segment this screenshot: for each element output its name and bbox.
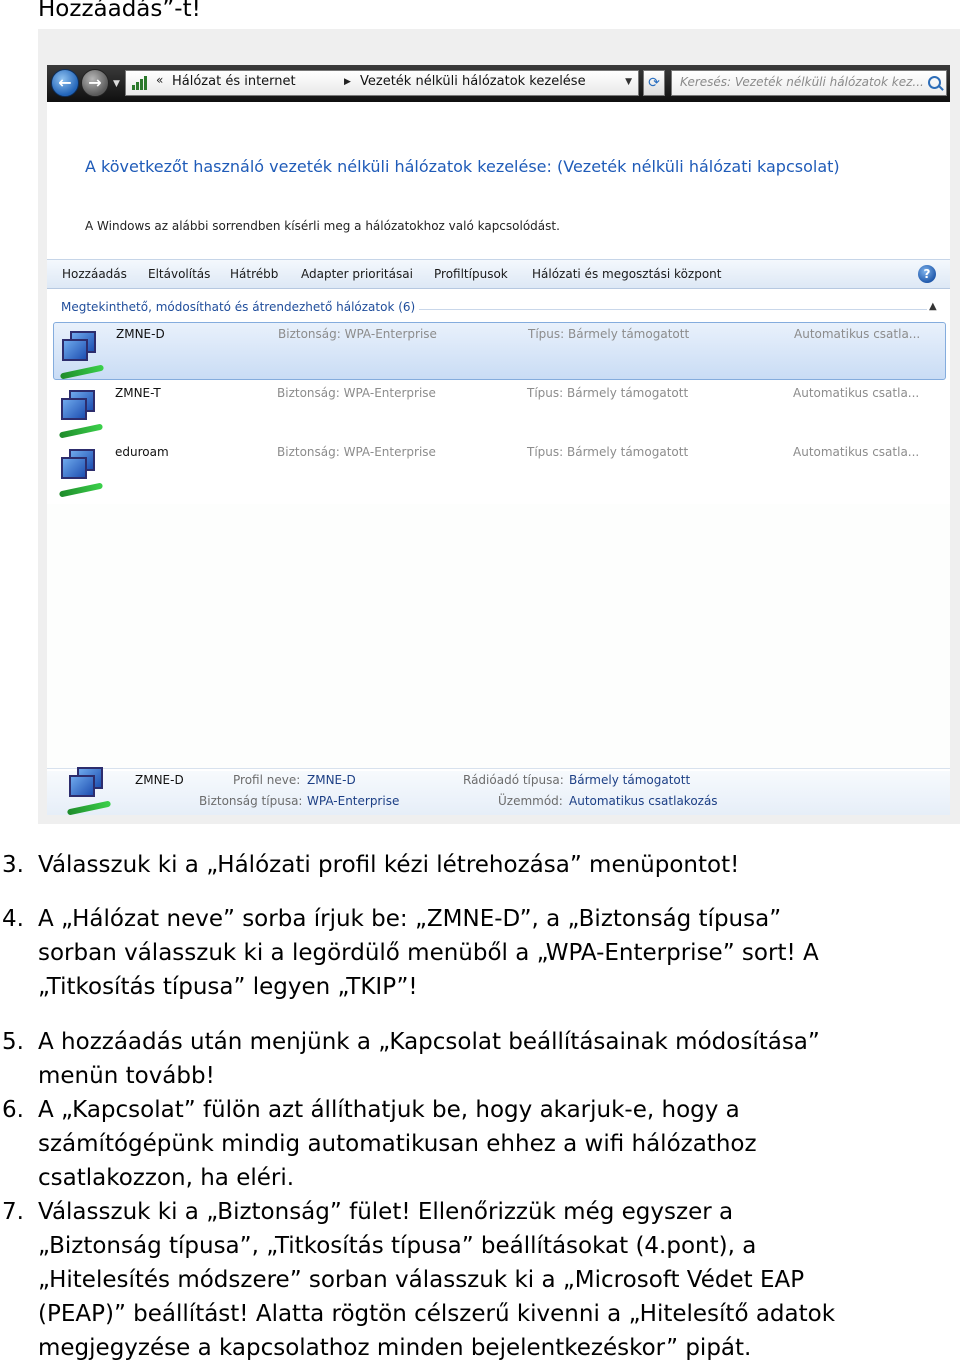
forward-button[interactable]: →	[81, 69, 109, 97]
network-name: eduroam	[115, 445, 169, 459]
network-mode: Automatikus csatla...	[793, 445, 920, 459]
step-text: Válasszuk ki a „Hálózati profil kézi lét…	[38, 852, 740, 878]
details-mode-value: Automatikus csatlakozás	[569, 794, 718, 808]
details-network-name: ZMNE-D	[135, 773, 184, 787]
network-security: Biztonság: WPA-Enterprise	[277, 445, 436, 459]
wireless-network-icon	[66, 767, 119, 815]
forward-arrow-icon: →	[88, 73, 102, 92]
details-radio-label: Rádióadó típusa:	[463, 773, 564, 787]
details-pane: ZMNE-D Profil neve: ZMNE-D Biztonság típ…	[47, 767, 950, 815]
wireless-network-icon	[58, 390, 111, 442]
breadcrumb-separator-icon: ▶	[344, 77, 351, 87]
page-title: A következőt használó vezeték nélküli há…	[85, 157, 840, 176]
list-empty-space	[47, 504, 950, 769]
back-arrow-icon: ←	[58, 73, 72, 92]
address-bar: ← → ▼ « Hálózat és internet ▶ Vezeték né…	[47, 65, 950, 102]
adapter-properties-button[interactable]: Adapter prioritásai	[301, 267, 413, 281]
page-subtitle: A Windows az alábbi sorrendben kísérli m…	[85, 219, 560, 233]
step-text: Válasszuk ki a „Biztonság” fület! Ellenő…	[38, 1199, 836, 1361]
network-name: ZMNE-D	[116, 327, 165, 341]
step-text: A „Hálózat neve” sorba írjuk be: „ZMNE-D…	[38, 906, 819, 1000]
breadcrumb-item-manage-wireless[interactable]: Vezeték nélküli hálózatok kezelése	[360, 74, 586, 89]
details-security-value: WPA-Enterprise	[307, 794, 400, 808]
network-row-zmne-t[interactable]: ZMNE-T Biztonság: WPA-Enterprise Típus: …	[53, 382, 946, 440]
chevron-up-icon[interactable]: ▲	[929, 301, 937, 312]
breadcrumb-overflow-icon[interactable]: «	[156, 73, 163, 87]
search-input[interactable]: Keresés: Vezeték nélküli hálózatok kez..…	[671, 70, 947, 96]
details-mode-label: Üzemmód:	[498, 794, 563, 808]
network-list: ZMNE-D Biztonság: WPA-Enterprise Típus: …	[47, 318, 950, 504]
chevron-down-icon[interactable]: ▼	[625, 77, 632, 87]
profile-types-button[interactable]: Profiltípusok	[434, 267, 508, 281]
help-icon[interactable]: ?	[918, 265, 936, 283]
step-number: 3.	[2, 852, 24, 878]
breadcrumb-item-network-internet[interactable]: Hálózat és internet	[172, 74, 296, 89]
network-type: Típus: Bármely támogatott	[527, 445, 689, 459]
search-placeholder: Keresés: Vezeték nélküli hálózatok kez..…	[680, 75, 924, 89]
network-icon	[132, 76, 148, 90]
network-row-zmne-d[interactable]: ZMNE-D Biztonság: WPA-Enterprise Típus: …	[53, 322, 946, 380]
network-group-header[interactable]: Megtekinthető, módosítható és átrendezhe…	[61, 300, 415, 314]
step-text: A „Kapcsolat” fülön azt állíthatjuk be, …	[38, 1097, 757, 1191]
history-dropdown-icon[interactable]: ▼	[113, 79, 120, 89]
search-icon[interactable]	[928, 76, 941, 89]
network-mode: Automatikus csatla...	[794, 327, 921, 341]
wireless-network-icon	[59, 331, 112, 383]
step-number: 5.	[2, 1029, 24, 1055]
command-toolbar: Hozzáadás Eltávolítás Hátrébb Adapter pr…	[47, 259, 950, 289]
network-type: Típus: Bármely támogatott	[527, 386, 689, 400]
network-sharing-center-button[interactable]: Hálózati és megosztási központ	[532, 267, 721, 281]
network-mode: Automatikus csatla...	[793, 386, 920, 400]
network-row-eduroam[interactable]: eduroam Biztonság: WPA-Enterprise Típus:…	[53, 441, 946, 499]
step-number: 4.	[2, 906, 24, 932]
network-type: Típus: Bármely támogatott	[528, 327, 690, 341]
step-number: 7.	[2, 1199, 24, 1225]
wireless-networks-window: ← → ▼ « Hálózat és internet ▶ Vezeték né…	[47, 65, 950, 815]
wireless-network-icon	[58, 449, 111, 501]
add-button[interactable]: Hozzáadás	[62, 267, 127, 281]
details-profile-label: Profil neve:	[233, 773, 301, 787]
network-security: Biztonság: WPA-Enterprise	[277, 386, 436, 400]
step-number: 6.	[2, 1097, 24, 1123]
details-profile-value: ZMNE-D	[307, 773, 356, 787]
remove-button[interactable]: Eltávolítás	[148, 267, 210, 281]
breadcrumb[interactable]: « Hálózat és internet ▶ Vezeték nélküli …	[125, 70, 639, 96]
group-divider	[419, 309, 927, 310]
embedded-screenshot: ← → ▼ « Hálózat és internet ▶ Vezeték né…	[38, 29, 960, 824]
refresh-button[interactable]: ⟳	[643, 70, 665, 96]
back-button[interactable]: ←	[51, 69, 79, 97]
move-down-button[interactable]: Hátrébb	[230, 267, 278, 281]
network-name: ZMNE-T	[115, 386, 161, 400]
intro-text-fragment: Hozzáadás”-t!	[38, 0, 201, 22]
step-text: A hozzáadás után menjünk a „Kapcsolat be…	[38, 1029, 820, 1089]
network-security: Biztonság: WPA-Enterprise	[278, 327, 437, 341]
details-security-label: Biztonság típusa:	[199, 794, 303, 808]
details-radio-value: Bármely támogatott	[569, 773, 691, 787]
